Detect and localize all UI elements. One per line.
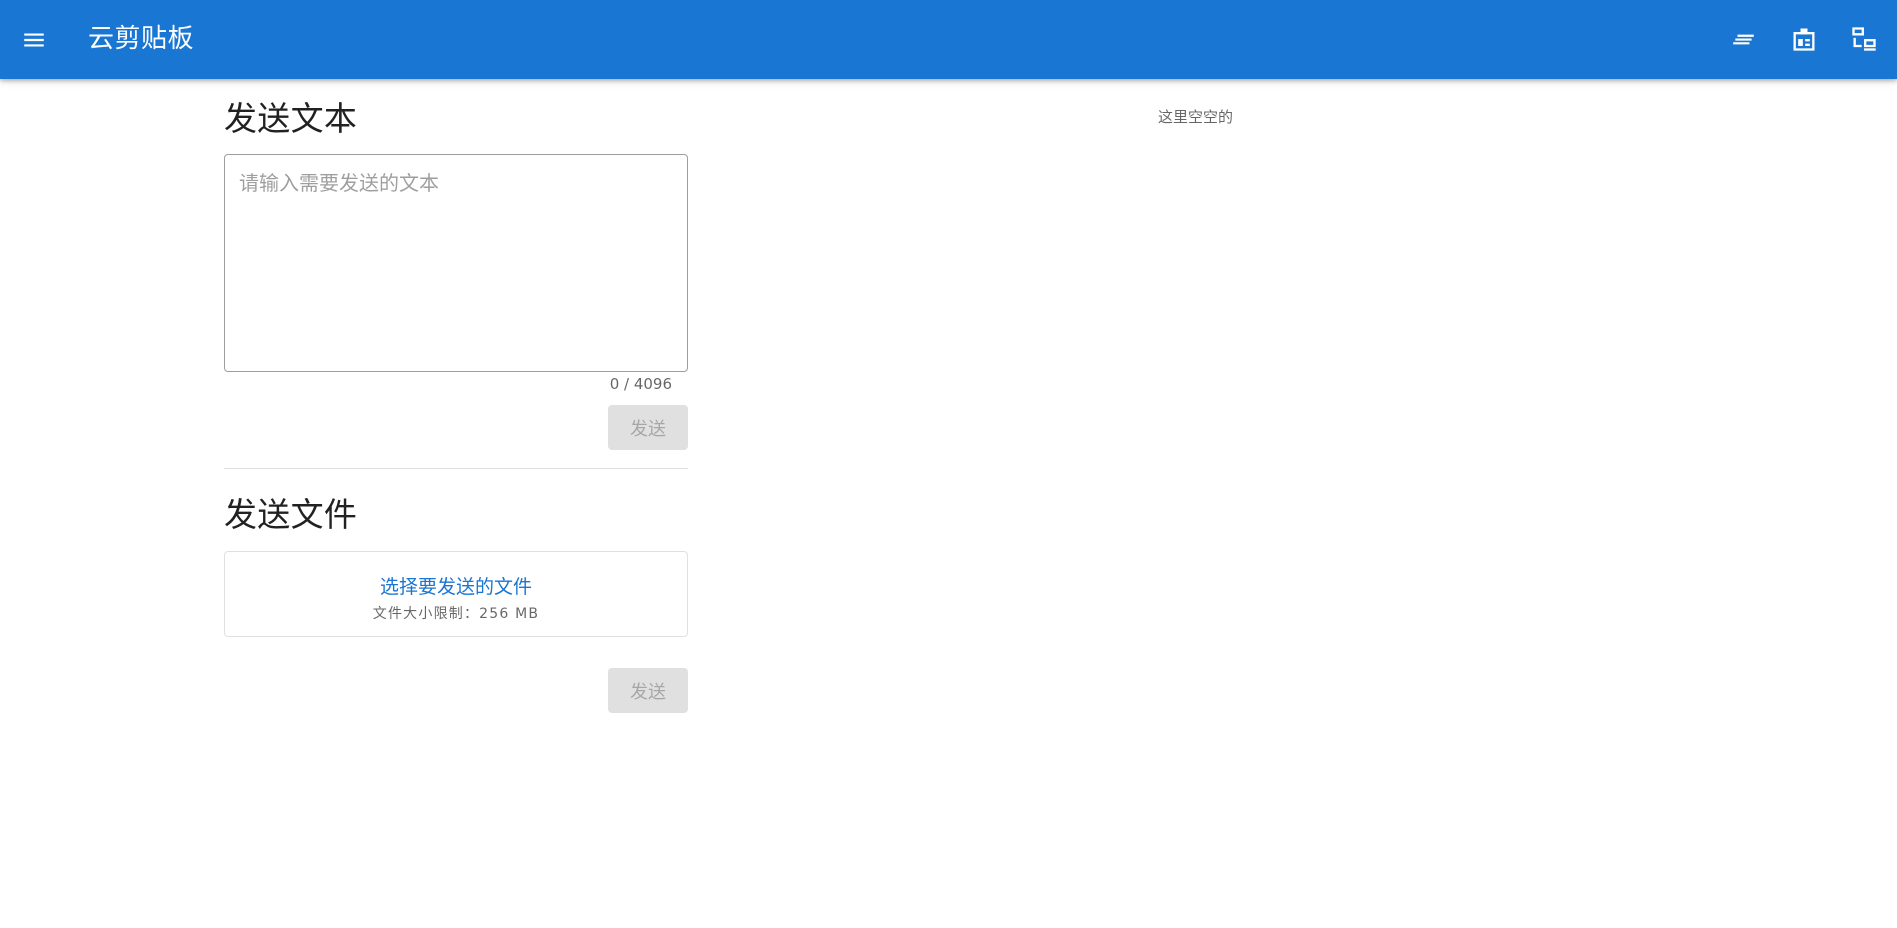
devices-button[interactable] xyxy=(1839,14,1889,64)
file-size-limit: 文件大小限制：256 MB xyxy=(372,606,540,622)
text-input[interactable] xyxy=(225,155,687,371)
files-button[interactable] xyxy=(1779,14,1829,64)
app-title: 云剪贴板 xyxy=(88,24,195,54)
text-lines-icon xyxy=(1733,34,1754,45)
devices-icon xyxy=(1852,27,1876,51)
send-file-title: 发送文件 xyxy=(224,495,358,534)
send-text-button[interactable]: 发送 xyxy=(608,405,688,450)
badge-icon xyxy=(1793,28,1815,51)
character-counter: 0 / 4096 xyxy=(609,375,672,393)
text-input-field[interactable] xyxy=(224,154,688,372)
history-empty-text: 这里空空的 xyxy=(1158,108,1234,126)
app-bar: 云剪贴板 xyxy=(0,0,1897,79)
send-file-button[interactable]: 发送 xyxy=(608,668,688,713)
section-divider xyxy=(224,468,688,469)
select-file-link[interactable]: 选择要发送的文件 xyxy=(225,572,687,599)
send-text-title: 发送文本 xyxy=(224,99,358,138)
menu-button[interactable] xyxy=(10,16,58,64)
history-button[interactable] xyxy=(1719,14,1769,64)
file-picker[interactable]: 选择要发送的文件 文件大小限制：256 MB xyxy=(224,551,688,637)
main-content: 发送文本 0 / 4096 发送 发送文件 选择要发送的文件 文件大小限制：25… xyxy=(0,79,1897,928)
menu-icon xyxy=(24,33,44,47)
